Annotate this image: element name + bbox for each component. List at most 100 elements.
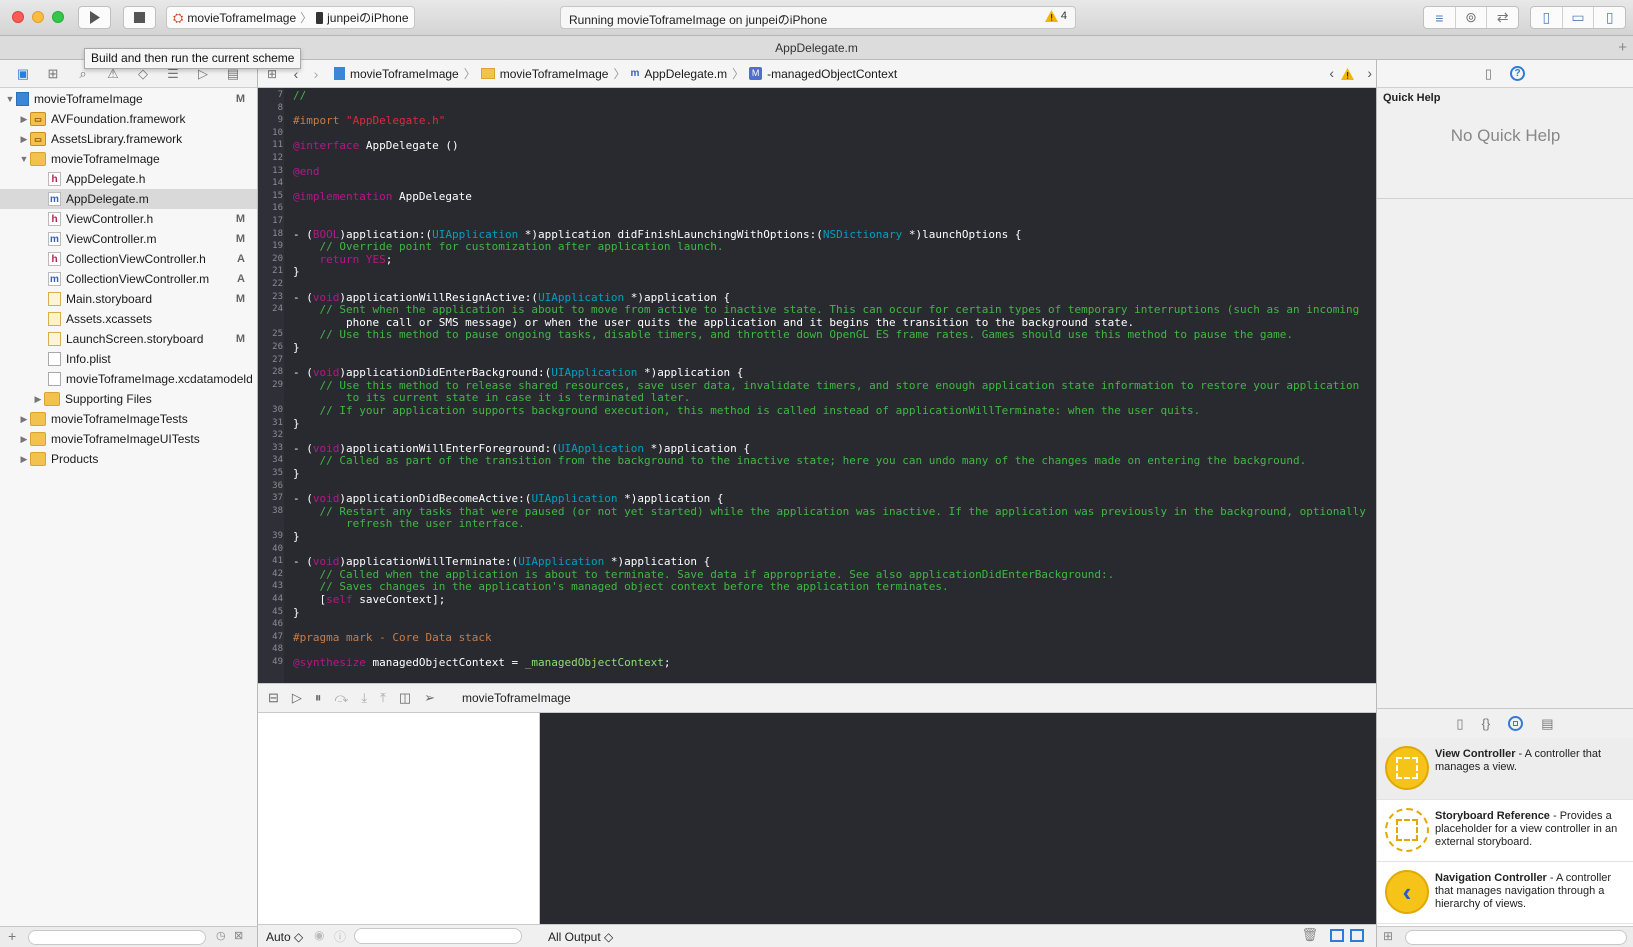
code-line[interactable]: 25 // Use this method to pause ongoing t…	[258, 328, 1376, 341]
code-line[interactable]: 35}	[258, 467, 1376, 480]
version-editor-icon[interactable]: ⇄	[1487, 7, 1518, 28]
toggle-navigator-icon[interactable]: ▯	[1531, 7, 1563, 28]
jump-bar-item-symbol[interactable]: -managedObjectContext	[767, 67, 897, 81]
pause-icon[interactable]: ⏸	[315, 690, 322, 706]
code-line[interactable]: 41 - (void)applicationWillTerminate:(UIAp…	[258, 555, 1376, 568]
code-line[interactable]: 19 // Override point for customization a…	[258, 240, 1376, 253]
code-line[interactable]: 38 // Restart any tasks that were paused…	[258, 505, 1376, 518]
code-line[interactable]: 11 @interface AppDelegate ()	[258, 139, 1376, 152]
file-template-library-icon[interactable]: ▯	[1456, 716, 1463, 732]
media-library-icon[interactable]: ▤	[1541, 716, 1553, 732]
code-line[interactable]: refresh the user interface.	[258, 517, 1376, 530]
code-line[interactable]: 14	[258, 177, 1376, 190]
add-file-icon[interactable]: +	[8, 928, 16, 944]
tree-row-viewcontroller-m[interactable]: m ViewController.m M	[0, 229, 257, 249]
code-line[interactable]: 28 - (void)applicationDidEnterBackground:…	[258, 366, 1376, 379]
output-select[interactable]: All Output ◇	[548, 930, 613, 944]
toggle-debug-area-icon[interactable]: ▭	[1563, 7, 1595, 28]
step-into-icon[interactable]: ⤓	[361, 690, 367, 706]
trash-icon[interactable]: 🗑	[1301, 927, 1318, 943]
code-line[interactable]: 43 // Saves changes in the application's…	[258, 580, 1376, 593]
view-hierarchy-icon[interactable]: ◫	[399, 690, 411, 706]
tree-row-main-storyboard[interactable]: Main.storyboard M	[0, 289, 257, 309]
code-line[interactable]: 29 // Use this method to release shared …	[258, 379, 1376, 392]
library-filter-field[interactable]	[1405, 930, 1627, 945]
tree-row-uitests[interactable]: ▶ movieToframeImageUITests	[0, 429, 257, 449]
add-tab-icon[interactable]: +	[1618, 36, 1627, 60]
tree-row-appdelegate-m[interactable]: m AppDelegate.m	[0, 189, 257, 209]
tree-row-datamodel[interactable]: movieToframeImage.xcdatamodeld	[0, 369, 257, 389]
code-line[interactable]: 48	[258, 643, 1376, 656]
minimize-window-button[interactable]	[32, 11, 44, 23]
disclosure-open-icon[interactable]: ▼	[4, 94, 16, 104]
tab-title[interactable]: AppDelegate.m	[775, 41, 858, 55]
code-line[interactable]: 30 // If your application supports backg…	[258, 404, 1376, 417]
library-item-navigation-controller[interactable]: ‹ Navigation Controller - A controller t…	[1377, 862, 1633, 924]
tree-row-appdelegate-h[interactable]: h AppDelegate.h	[0, 169, 257, 189]
code-line[interactable]: 12	[258, 152, 1376, 165]
disclosure-closed-icon[interactable]: ▶	[18, 434, 30, 445]
code-line[interactable]: 26}	[258, 341, 1376, 354]
tree-row-launchscreen[interactable]: LaunchScreen.storyboard M	[0, 329, 257, 349]
code-line[interactable]: 39}	[258, 530, 1376, 543]
jump-bar-item-file[interactable]: AppDelegate.m	[644, 67, 727, 81]
info-icon[interactable]: ⓘ	[334, 928, 346, 945]
disclosure-closed-icon[interactable]: ▶	[18, 414, 30, 425]
variables-filter-field[interactable]	[354, 928, 522, 944]
disclosure-closed-icon[interactable]: ▶	[18, 454, 30, 465]
code-line[interactable]: 36	[258, 480, 1376, 493]
code-line[interactable]: 40	[258, 543, 1376, 556]
editor-mode-control[interactable]: ≡ ⊚ ⇄	[1423, 6, 1519, 29]
eye-icon[interactable]: ◉	[314, 928, 324, 942]
disclosure-closed-icon[interactable]: ▶	[18, 114, 30, 125]
tree-row-info-plist[interactable]: Info.plist	[0, 349, 257, 369]
code-line[interactable]: 17	[258, 215, 1376, 228]
zoom-window-button[interactable]	[52, 11, 64, 23]
code-line[interactable]: 46	[258, 618, 1376, 631]
project-navigator-icon[interactable]: ▣	[14, 66, 32, 82]
variables-scope-select[interactable]: Auto ◇	[266, 930, 303, 944]
warning-indicator[interactable]: 4	[1044, 10, 1067, 22]
split-console-icon[interactable]	[1350, 929, 1364, 942]
code-line[interactable]: 15 @implementation AppDelegate	[258, 190, 1376, 203]
step-out-icon[interactable]: ⤒	[380, 690, 386, 706]
code-line[interactable]: 37 - (void)applicationDidBecomeActive:(UI…	[258, 492, 1376, 505]
close-window-button[interactable]	[12, 11, 24, 23]
code-line[interactable]: 33 - (void)applicationWillEnterForeground…	[258, 442, 1376, 455]
standard-editor-icon[interactable]: ≡	[1424, 7, 1456, 28]
forward-icon[interactable]: ›	[306, 66, 326, 82]
code-line[interactable]: 32	[258, 429, 1376, 442]
code-snippet-library-icon[interactable]: {}	[1482, 716, 1491, 731]
jump-bar-item-project[interactable]: movieToframeImage	[350, 67, 459, 81]
code-line[interactable]: 47 #pragma mark - Core Data stack	[258, 631, 1376, 644]
symbol-navigator-icon[interactable]: ⊞	[44, 66, 62, 82]
code-line[interactable]: 10	[258, 127, 1376, 140]
code-line[interactable]: 49 @synthesize managedObjectContext = _ma…	[258, 656, 1376, 669]
code-line[interactable]: 22	[258, 278, 1376, 291]
code-line[interactable]: 20 return YES;	[258, 253, 1376, 266]
code-line[interactable]: 44 [self saveContext];	[258, 593, 1376, 606]
previous-issue-icon[interactable]: ‹	[1329, 65, 1334, 81]
warning-icon[interactable]	[1341, 68, 1354, 80]
disclosure-closed-icon[interactable]: ▶	[32, 394, 44, 405]
toggle-utilities-icon[interactable]: ▯	[1594, 7, 1625, 28]
tree-row-viewcontroller-h[interactable]: h ViewController.h M	[0, 209, 257, 229]
scheme-selector[interactable]: ⛭ movieToframeImage 〉 junpeiのiPhone	[166, 6, 415, 29]
code-line[interactable]: 16	[258, 202, 1376, 215]
file-inspector-icon[interactable]: ▯	[1485, 66, 1492, 82]
code-line[interactable]: 34 // Called as part of the transition f…	[258, 454, 1376, 467]
console-output[interactable]	[540, 713, 1376, 924]
simulate-location-icon[interactable]: ➢	[424, 690, 435, 706]
grid-view-icon[interactable]: ⊞	[1383, 929, 1393, 943]
tree-row-collectionviewcontroller-m[interactable]: m CollectionViewController.m A	[0, 269, 257, 289]
quick-help-icon[interactable]: ?	[1510, 66, 1526, 81]
scm-filter-icon[interactable]: ⊠	[234, 929, 243, 942]
object-library-icon[interactable]	[1508, 716, 1524, 731]
recent-files-icon[interactable]: ◷	[216, 929, 226, 942]
tree-row-assets[interactable]: Assets.xcassets	[0, 309, 257, 329]
code-line[interactable]: 42 // Called when the application is abo…	[258, 568, 1376, 581]
code-line[interactable]: 23 - (void)applicationWillResignActive:(U…	[258, 291, 1376, 304]
jump-bar-item-group[interactable]: movieToframeImage	[500, 67, 609, 81]
code-line[interactable]: 7 //	[258, 89, 1376, 102]
next-issue-icon[interactable]: ›	[1367, 65, 1372, 81]
